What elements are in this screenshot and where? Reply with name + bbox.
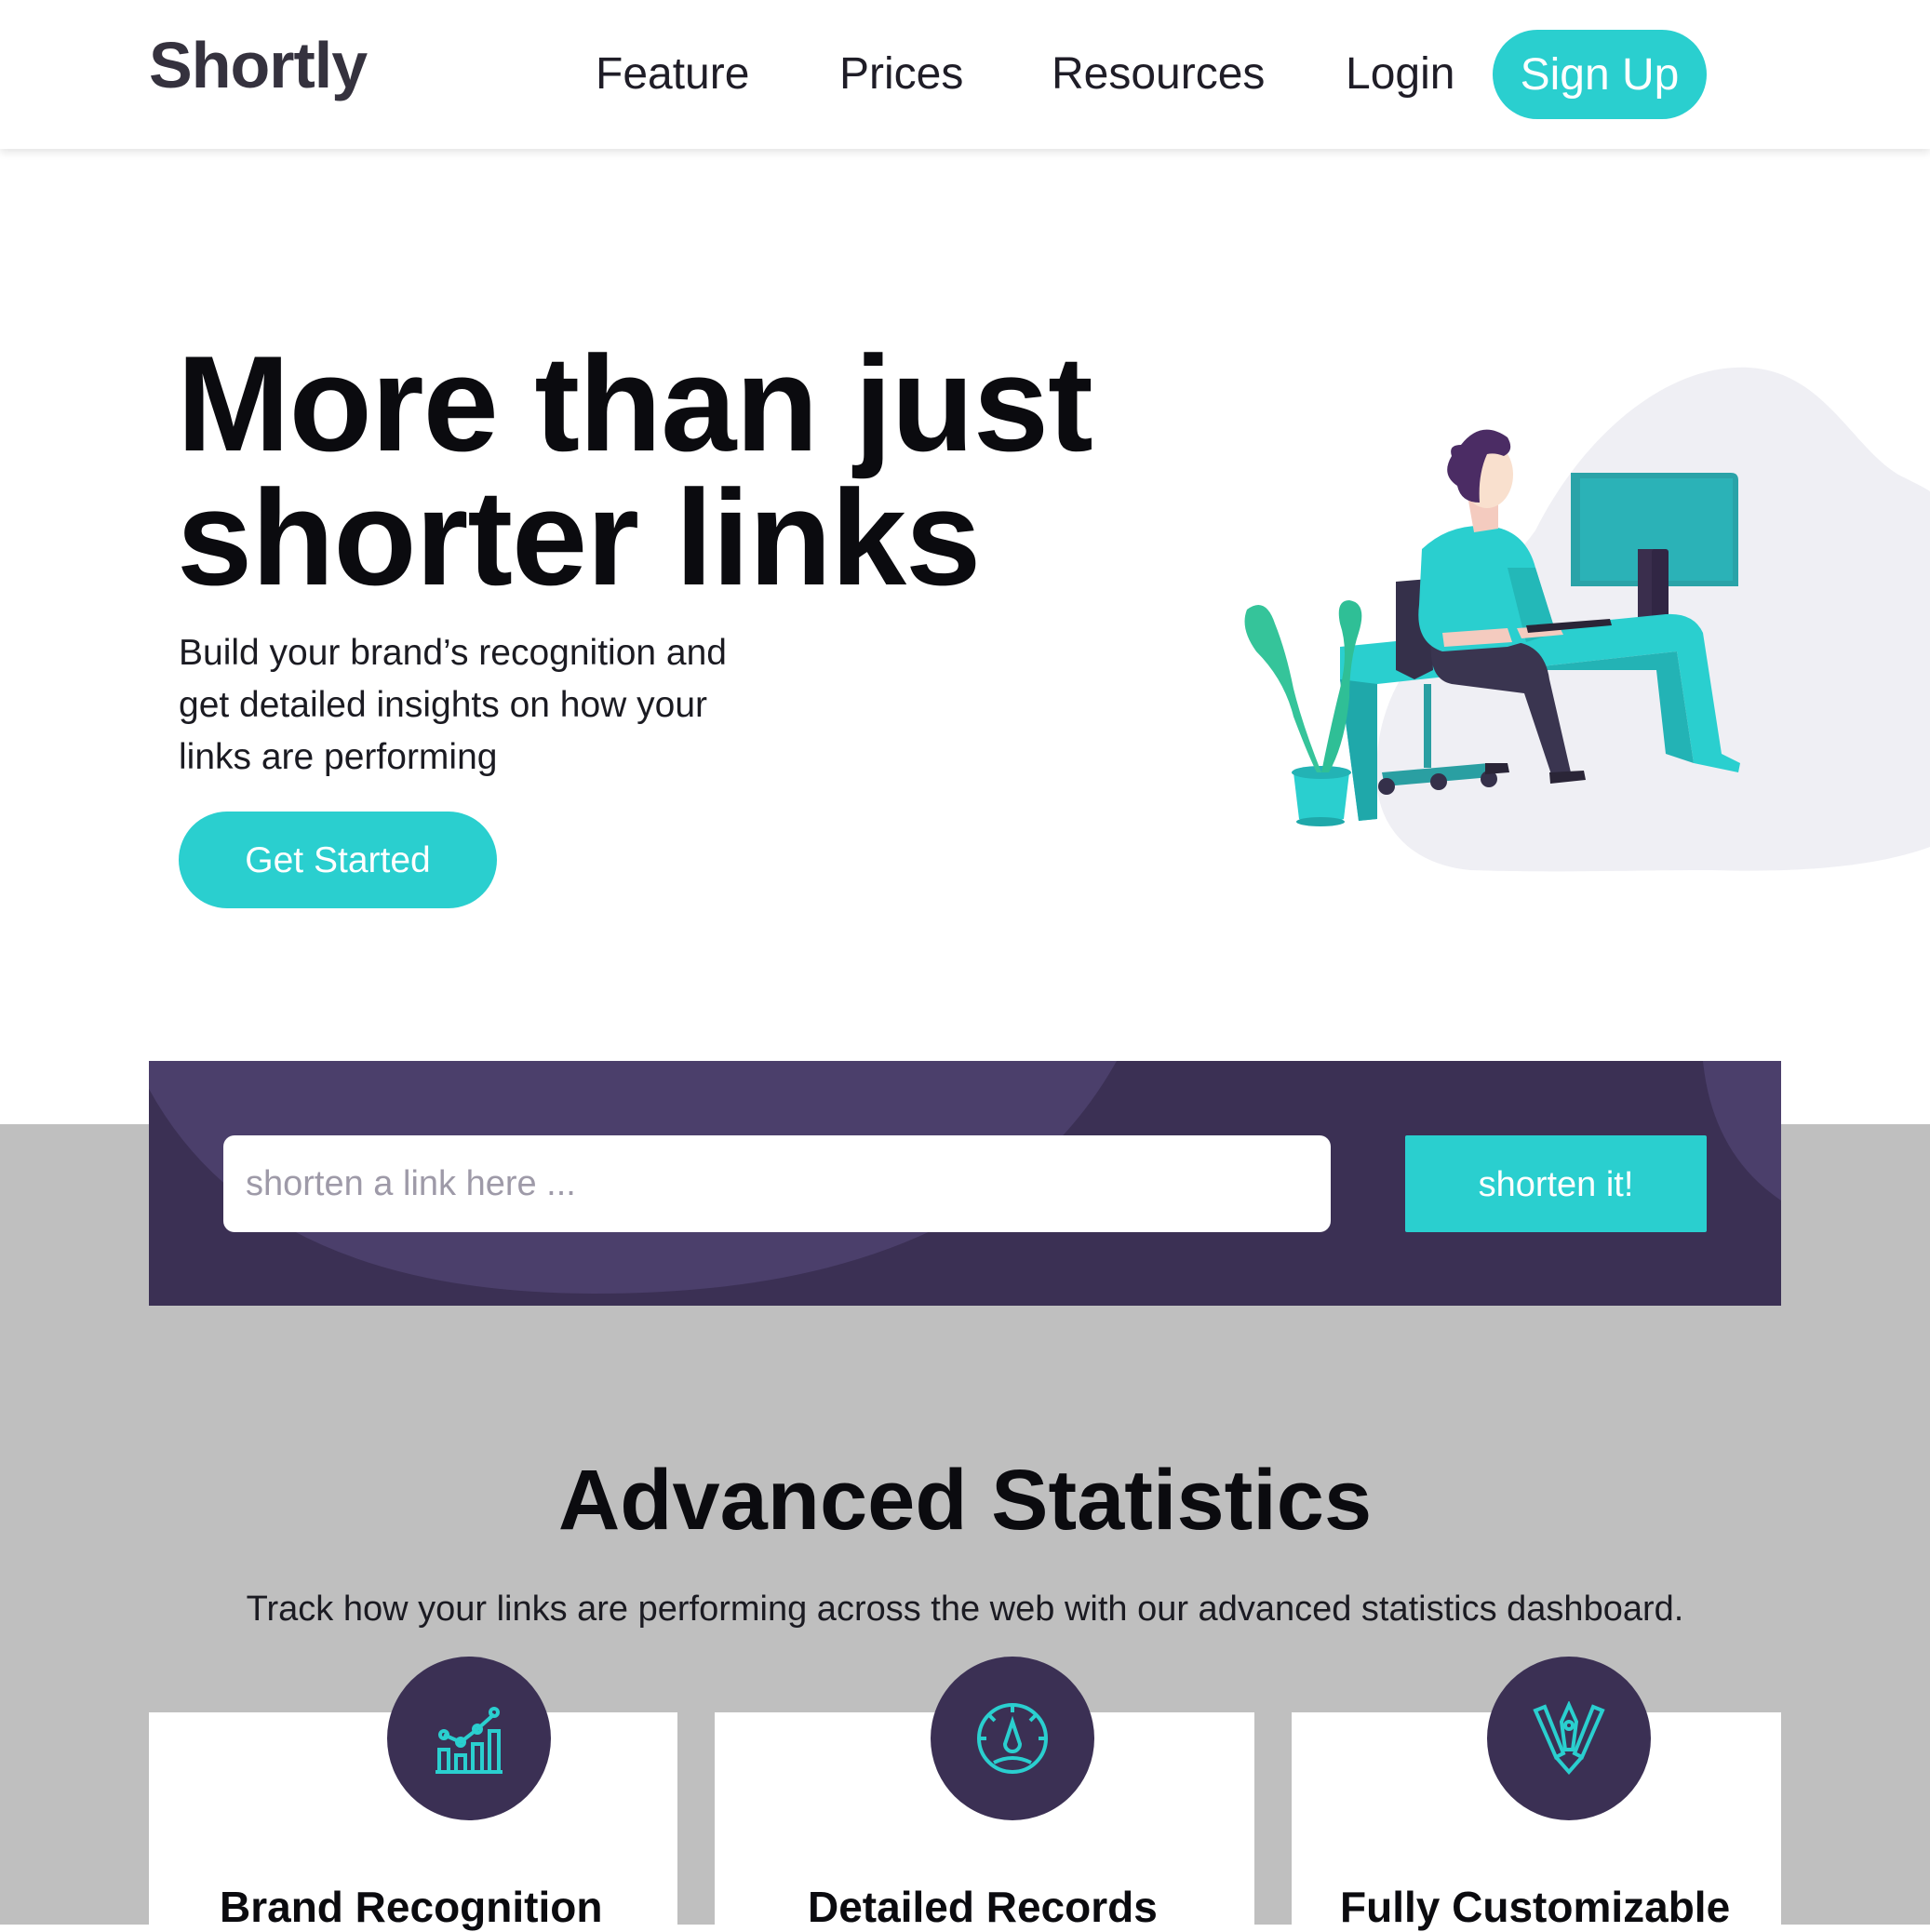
- link-input[interactable]: [223, 1135, 1331, 1232]
- statistics-subtitle: Track how your links are performing acro…: [246, 1590, 1684, 1629]
- detailed-records-icon-circle: [931, 1657, 1094, 1820]
- shorten-button[interactable]: shorten it!: [1405, 1135, 1707, 1232]
- design-tools-icon: [1533, 1701, 1605, 1776]
- hero-title-line-2: shorter links: [177, 462, 981, 613]
- hero-title-line-1: More than just: [177, 328, 1093, 479]
- nav-link-prices[interactable]: Prices: [839, 48, 963, 100]
- logo[interactable]: Shortly: [149, 28, 368, 102]
- nav-link-login[interactable]: Login: [1346, 48, 1454, 100]
- hero-subtitle: Build your brand’s recognition and get d…: [179, 633, 727, 777]
- statistics-title: Advanced Statistics: [557, 1453, 1373, 1548]
- hero-title: More than just shorter links: [177, 328, 1093, 613]
- nav-link-resources[interactable]: Resources: [1052, 48, 1265, 100]
- site-header: Shortly Feature Prices Resources Login S…: [0, 0, 1930, 149]
- sign-up-button[interactable]: Sign Up: [1493, 30, 1707, 119]
- person-working-illustration: [1244, 367, 1930, 872]
- get-started-button[interactable]: Get Started: [179, 812, 497, 908]
- gauge-icon: [977, 1703, 1048, 1774]
- nav-link-feature[interactable]: Feature: [596, 48, 749, 100]
- fully-customizable-icon-circle: [1487, 1657, 1651, 1820]
- shorten-panel: shorten it!: [149, 1061, 1781, 1306]
- brand-recognition-icon-circle: [387, 1657, 551, 1820]
- bar-chart-icon: [436, 1707, 503, 1774]
